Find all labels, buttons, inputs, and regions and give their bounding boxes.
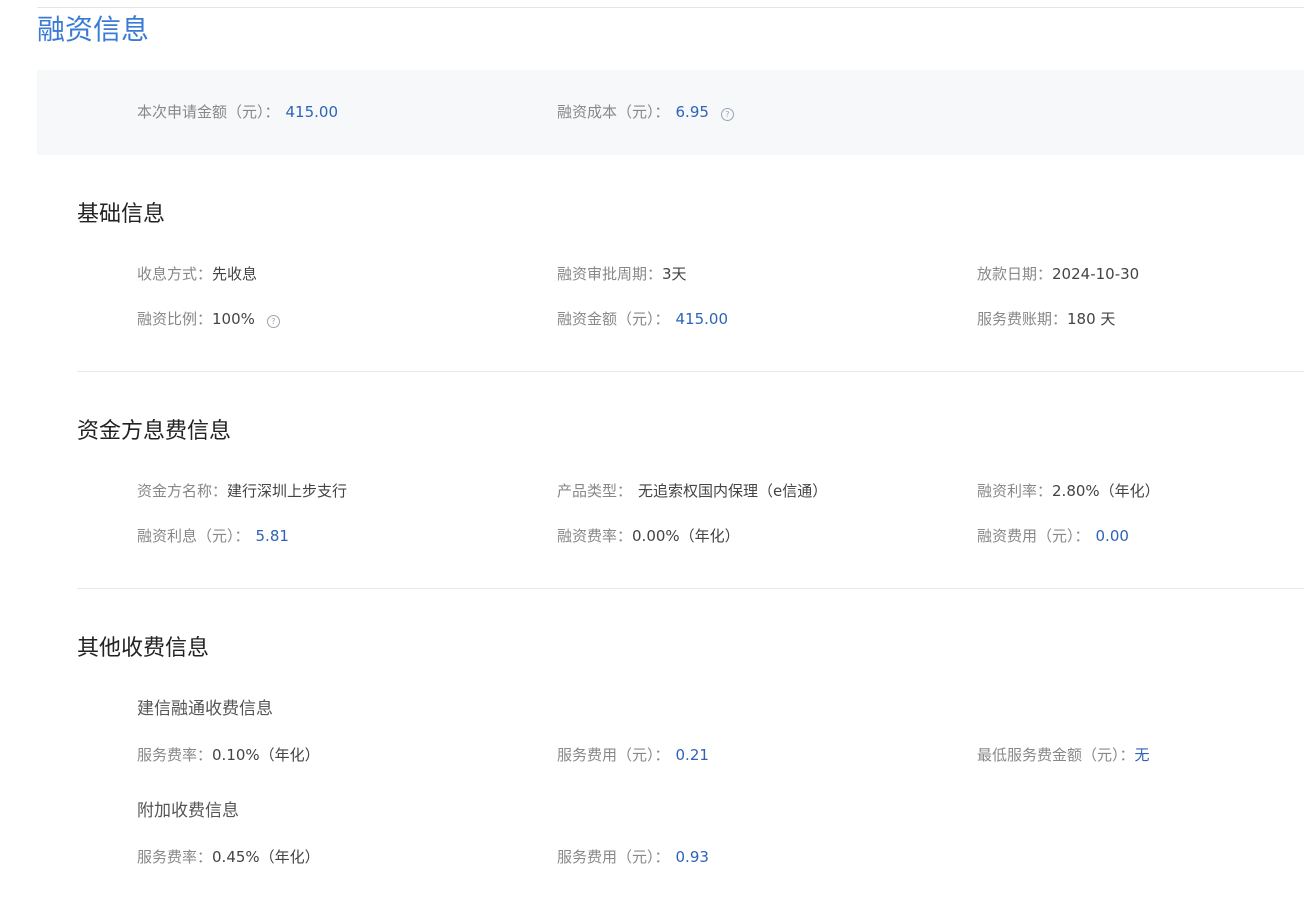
min-service-fee-label: 最低服务费金额（元）： <box>977 746 1135 764</box>
financing-interest-value: 5.81 <box>255 527 289 545</box>
page-title: 融资信息 <box>37 13 150 46</box>
other-fees-title: 其他收费信息 <box>77 636 210 661</box>
apply-amount-value: 415.00 <box>285 103 339 121</box>
funder-info-title: 资金方息费信息 <box>77 419 232 444</box>
extra-service-fee-field: 服务费用（元）： 0.93 <box>557 847 709 867</box>
product-type-value: 无追索权国内保理（e信通） <box>638 482 828 500</box>
loan-date-label: 放款日期： <box>977 265 1053 283</box>
financing-cost-value: 6.95 <box>675 103 709 121</box>
jianxin-service-rate-field: 服务费率：0.10%（年化） <box>137 745 320 765</box>
service-fee-period-field: 服务费账期：180 天 <box>977 309 1115 329</box>
jianxin-service-rate-label: 服务费率： <box>137 746 213 764</box>
jianxin-service-fee-value: 0.21 <box>675 746 709 764</box>
financing-fee-rate-value: 0.00%（年化） <box>632 527 740 545</box>
financing-amount-value: 415.00 <box>675 310 729 328</box>
jianxin-service-rate-value: 0.10%（年化） <box>212 746 320 764</box>
approval-period-label: 融资审批周期： <box>557 265 663 283</box>
approval-period-value: 3天 <box>662 265 687 283</box>
financing-ratio-value: 100% <box>212 310 255 328</box>
extra-service-rate-field: 服务费率：0.45%（年化） <box>137 847 320 867</box>
financing-cost-field: 融资成本（元）： 6.95? <box>557 102 734 122</box>
funder-name-label: 资金方名称： <box>137 482 228 500</box>
min-service-fee-field: 最低服务费金额（元）：无 <box>977 745 1150 765</box>
jianxin-fees-subtitle: 建信融通收费信息 <box>137 699 273 719</box>
extra-service-fee-label: 服务费用（元）： <box>557 848 670 866</box>
interest-method-label: 收息方式： <box>137 265 213 283</box>
financing-rate-label: 融资利率： <box>977 482 1053 500</box>
extra-service-fee-value: 0.93 <box>675 848 709 866</box>
financing-amount-field: 融资金额（元）： 415.00 <box>557 309 728 329</box>
apply-amount-label: 本次申请金额（元）： <box>137 103 280 121</box>
service-fee-period-value: 180 天 <box>1067 310 1116 328</box>
basic-info-title: 基础信息 <box>77 202 166 227</box>
top-divider <box>37 7 1304 8</box>
financing-ratio-field: 融资比例：100%? <box>137 309 280 329</box>
financing-rate-value: 2.80%（年化） <box>1052 482 1160 500</box>
extra-service-rate-label: 服务费率： <box>137 848 213 866</box>
funder-name-field: 资金方名称：建行深圳上步支行 <box>137 481 347 501</box>
extra-service-rate-value: 0.45%（年化） <box>212 848 320 866</box>
financing-rate-field: 融资利率：2.80%（年化） <box>977 481 1160 501</box>
section-divider <box>77 371 1304 372</box>
financing-ratio-label: 融资比例： <box>137 310 213 328</box>
loan-date-value: 2024-10-30 <box>1052 265 1140 283</box>
funder-name-value: 建行深圳上步支行 <box>227 482 348 500</box>
service-fee-period-label: 服务费账期： <box>977 310 1068 328</box>
section-divider <box>77 588 1304 589</box>
help-icon[interactable]: ? <box>266 315 280 328</box>
financing-amount-label: 融资金额（元）： <box>557 310 670 328</box>
financing-interest-field: 融资利息（元）： 5.81 <box>137 526 289 546</box>
extra-fees-subtitle: 附加收费信息 <box>137 801 239 821</box>
interest-method-value: 先收息 <box>212 265 258 283</box>
financing-fee-label: 融资费用（元）： <box>977 527 1090 545</box>
product-type-field: 产品类型： 无追索权国内保理（e信通） <box>557 481 827 501</box>
loan-date-field: 放款日期：2024-10-30 <box>977 264 1139 284</box>
help-icon[interactable]: ? <box>720 108 734 121</box>
financing-fee-field: 融资费用（元）： 0.00 <box>977 526 1129 546</box>
financing-fee-value: 0.00 <box>1095 527 1129 545</box>
summary-panel: 本次申请金额（元）： 415.00 融资成本（元）： 6.95? <box>37 70 1304 155</box>
financing-cost-label: 融资成本（元）： <box>557 103 670 121</box>
approval-period-field: 融资审批周期：3天 <box>557 264 687 284</box>
product-type-label: 产品类型： <box>557 482 633 500</box>
interest-method-field: 收息方式：先收息 <box>137 264 257 284</box>
financing-fee-rate-field: 融资费率：0.00%（年化） <box>557 526 740 546</box>
apply-amount-field: 本次申请金额（元）： 415.00 <box>137 102 338 122</box>
jianxin-service-fee-field: 服务费用（元）： 0.21 <box>557 745 709 765</box>
jianxin-service-fee-label: 服务费用（元）： <box>557 746 670 764</box>
financing-interest-label: 融资利息（元）： <box>137 527 250 545</box>
min-service-fee-value: 无 <box>1134 746 1150 764</box>
financing-fee-rate-label: 融资费率： <box>557 527 633 545</box>
